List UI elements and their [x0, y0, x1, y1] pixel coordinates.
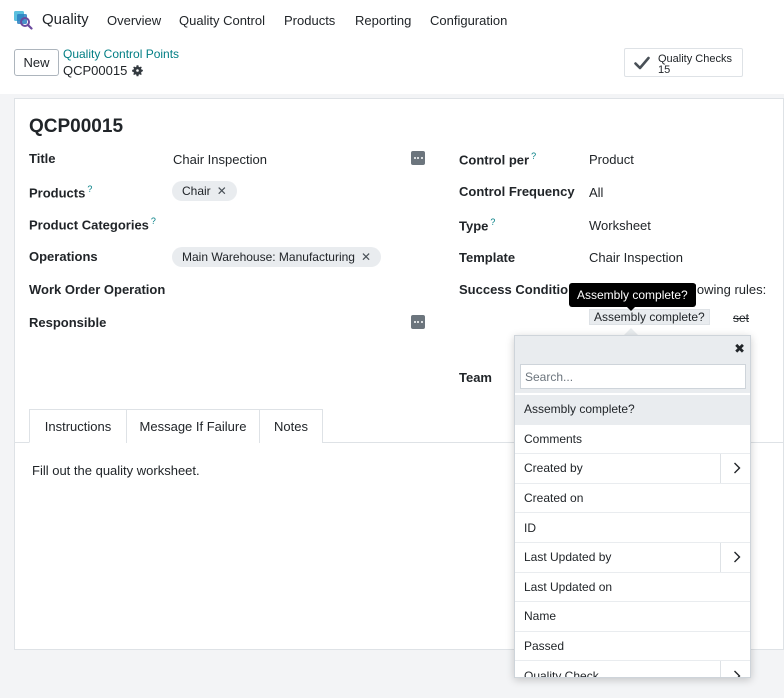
field-list-item[interactable]: Created by [515, 454, 750, 484]
menu-reporting[interactable]: Reporting [355, 13, 411, 28]
control-per-field[interactable]: Product [589, 152, 634, 167]
control-frequency-label: Control Frequency [459, 184, 575, 199]
gear-icon[interactable] [131, 64, 144, 77]
field-selector-popover: ✖ Assembly complete? Comments Created by Cr… [514, 335, 751, 678]
breadcrumb-parent[interactable]: Quality Control Points [63, 47, 179, 61]
record-reference: QCP00015 [29, 116, 124, 137]
tab-notes[interactable]: Notes [259, 409, 323, 443]
close-icon[interactable]: ✖ [734, 341, 745, 357]
tooltip-arrow [626, 306, 636, 311]
menu-quality-control[interactable]: Quality Control [179, 13, 265, 28]
check-icon [634, 56, 650, 70]
menu-products[interactable]: Products [284, 13, 335, 28]
instructions-content[interactable]: Fill out the quality worksheet. [32, 463, 200, 478]
domain-operator[interactable]: set [733, 311, 749, 325]
field-search-input[interactable] [520, 364, 746, 389]
field-list-item[interactable]: Created on [515, 484, 750, 514]
help-icon[interactable]: ? [531, 151, 536, 161]
menu-configuration[interactable]: Configuration [430, 13, 507, 28]
domain-rules-text: lowing rules: [694, 282, 767, 297]
field-list-item-label: Created by [524, 461, 583, 476]
responsible-dots-icon[interactable] [411, 315, 425, 329]
tab-instructions[interactable]: Instructions [29, 409, 127, 443]
field-list-item-label: Last Updated by [524, 550, 612, 565]
tag-remove-icon[interactable]: ✕ [361, 250, 371, 264]
chevron-right-icon[interactable] [720, 454, 750, 483]
field-list-item-label: Created on [524, 491, 584, 506]
field-list-item[interactable]: ID [515, 513, 750, 543]
title-dots-icon[interactable] [411, 151, 425, 165]
field-list-item[interactable]: Last Updated on [515, 573, 750, 603]
help-icon[interactable]: ? [87, 184, 92, 194]
field-list: Assembly complete? Comments Created by Crea… [515, 395, 750, 678]
new-button[interactable]: New [14, 49, 59, 76]
responsible-label: Responsible [29, 315, 107, 330]
smart-button-count: 15 [658, 64, 671, 76]
field-list-item-label: Quality Check [524, 668, 599, 678]
field-list-item-label: ID [524, 520, 536, 535]
domain-field-path[interactable]: Assembly complete? [589, 309, 710, 325]
control-per-label: Control per? [459, 151, 537, 168]
success-condition-label: Success Condition [459, 282, 577, 297]
field-list-item-label: Last Updated on [524, 579, 613, 594]
team-label: Team [459, 370, 492, 385]
type-label: Type? [459, 217, 496, 234]
tag-remove-icon[interactable]: ✕ [217, 184, 227, 198]
title-label: Title [29, 151, 56, 166]
template-label: Template [459, 250, 516, 265]
field-list-item-label: Passed [524, 639, 565, 654]
quality-checks-smart-button[interactable]: Quality Checks 15 [624, 48, 743, 77]
tab-message-if-failure[interactable]: Message If Failure [126, 409, 260, 443]
field-list-item-label: Comments [524, 431, 583, 446]
breadcrumb-current: QCP00015 [63, 63, 128, 78]
field-list-item[interactable]: Quality Check [515, 661, 750, 678]
control-panel: New Quality Control Points QCP00015 Qual… [0, 40, 784, 94]
field-list-item[interactable]: Assembly complete? [515, 395, 750, 425]
quality-app-icon[interactable] [13, 10, 33, 30]
field-tooltip: Assembly complete? [569, 283, 696, 307]
help-icon[interactable]: ? [490, 217, 495, 227]
template-field[interactable]: Chair Inspection [589, 250, 683, 265]
field-list-item-label: Name [524, 609, 557, 624]
product-categories-label: Product Categories? [29, 216, 156, 233]
title-field[interactable]: Chair Inspection [173, 152, 267, 167]
field-list-item[interactable]: Passed [515, 632, 750, 662]
help-icon[interactable]: ? [151, 216, 156, 226]
product-tag[interactable]: Chair ✕ [172, 181, 237, 201]
type-field[interactable]: Worksheet [589, 218, 651, 233]
field-list-item-label: Assembly complete? [524, 402, 635, 417]
work-order-operation-label: Work Order Operation [29, 282, 166, 297]
operation-tag[interactable]: Main Warehouse: Manufacturing ✕ [172, 247, 382, 267]
field-list-item[interactable]: Last Updated by [515, 542, 750, 573]
field-list-item[interactable]: Name [515, 602, 750, 632]
operations-label: Operations [29, 249, 98, 264]
popover-header: ✖ [515, 336, 750, 393]
app-name[interactable]: Quality [42, 11, 89, 28]
popover-arrow [624, 328, 638, 335]
top-navbar: Quality Overview Quality Control Product… [0, 0, 784, 40]
products-label: Products? [29, 184, 93, 201]
field-list-item[interactable]: Comments [515, 425, 750, 455]
control-frequency-field[interactable]: All [589, 185, 603, 200]
chevron-right-icon[interactable] [720, 661, 750, 677]
chevron-right-icon[interactable] [720, 542, 750, 572]
menu-overview[interactable]: Overview [107, 13, 161, 28]
